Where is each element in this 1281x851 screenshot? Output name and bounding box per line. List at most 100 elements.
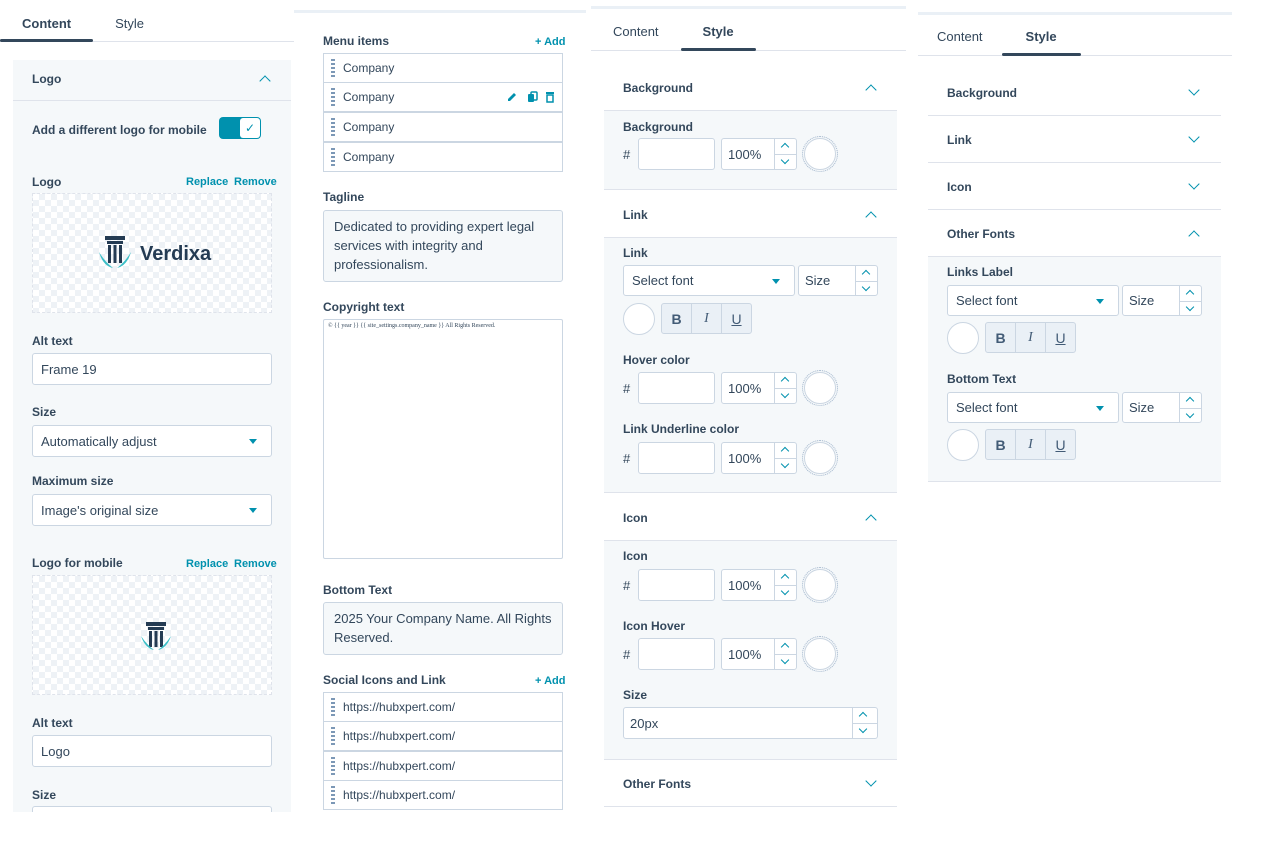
mobile-logo-preview[interactable]	[32, 575, 272, 695]
italic-button[interactable]: I	[1015, 429, 1046, 460]
hover-color-swatch[interactable]	[802, 370, 838, 406]
link-font-select[interactable]: Select font	[623, 265, 795, 296]
italic-button[interactable]: I	[1015, 322, 1046, 353]
list-item[interactable]: Company	[323, 53, 563, 83]
replace-mobile-logo-link[interactable]: Replace	[186, 558, 228, 570]
bottom-text-color-swatch[interactable]	[947, 429, 979, 461]
clone-icon[interactable]	[527, 91, 539, 103]
chevron-down-icon[interactable]	[1188, 178, 1200, 190]
drag-handle-icon[interactable]	[331, 786, 335, 804]
chevron-up-icon[interactable]	[1188, 230, 1200, 242]
icon-section-title[interactable]: Icon	[947, 180, 972, 194]
links-label-font-select[interactable]: Select font	[947, 285, 1119, 316]
tab-content[interactable]: Content	[591, 12, 681, 50]
icon-color-swatch[interactable]	[802, 567, 838, 603]
mobile-logo-toggle[interactable]: ✓	[219, 117, 261, 139]
link-section-title[interactable]: Link	[947, 133, 972, 147]
bold-button[interactable]: B	[661, 303, 692, 334]
underline-hex-input[interactable]	[638, 442, 715, 474]
opacity-value: 100%	[728, 450, 762, 466]
icon-hover-color-swatch[interactable]	[802, 636, 838, 672]
links-label-size-input[interactable]: Size	[1122, 285, 1202, 316]
hover-hex-input[interactable]	[638, 372, 715, 404]
add-social-link[interactable]: + Add	[535, 675, 565, 687]
tab-style[interactable]: Style	[93, 6, 166, 41]
list-item[interactable]: https://hubxpert.com/	[323, 692, 563, 722]
remove-mobile-logo-link[interactable]: Remove	[234, 558, 277, 570]
background-section-title[interactable]: Background	[623, 81, 693, 95]
chevron-down-icon[interactable]	[865, 775, 877, 787]
alt-text2-input[interactable]: Logo	[32, 735, 272, 767]
drag-handle-icon[interactable]	[331, 698, 335, 716]
other-fonts-section-title[interactable]: Other Fonts	[947, 227, 1015, 241]
size2-select[interactable]	[32, 806, 272, 812]
remove-logo-link[interactable]: Remove	[234, 176, 277, 188]
chevron-up-icon[interactable]	[865, 211, 877, 223]
add-menu-item-link[interactable]: + Add	[535, 36, 565, 48]
size-select[interactable]: Automatically adjust	[32, 425, 272, 457]
underline-button[interactable]: U	[721, 303, 752, 334]
list-item[interactable]: Company	[323, 82, 563, 112]
links-label-color-swatch[interactable]	[947, 322, 979, 354]
menu-item-label: Company	[343, 150, 395, 164]
bottom-text-textarea[interactable]: 2025 Your Company Name. All Rights Reser…	[323, 602, 563, 655]
list-item[interactable]: https://hubxpert.com/	[323, 751, 563, 781]
icon-hover-opacity-input[interactable]: 100%	[721, 638, 797, 670]
icon-opacity-input[interactable]: 100%	[721, 569, 797, 601]
logo-section-title[interactable]: Logo	[32, 72, 61, 86]
icon-size-input[interactable]: 20px	[623, 707, 878, 739]
drag-handle-icon[interactable]	[331, 88, 335, 106]
drag-handle-icon[interactable]	[331, 757, 335, 775]
icon-hex-input[interactable]	[638, 569, 715, 601]
copyright-editor[interactable]: © {{ year }} {{ site_settings.company_na…	[323, 319, 563, 559]
chevron-up-icon[interactable]	[865, 514, 877, 526]
logo-preview[interactable]: Verdixa	[32, 193, 272, 313]
drag-handle-icon[interactable]	[331, 148, 335, 166]
bottom-text-size-input[interactable]: Size	[1122, 392, 1202, 423]
drag-handle-icon[interactable]	[331, 118, 335, 136]
list-item[interactable]: Company	[323, 112, 563, 142]
list-item[interactable]: https://hubxpert.com/	[323, 780, 563, 810]
bold-button[interactable]: B	[985, 429, 1016, 460]
list-item[interactable]: Company	[323, 142, 563, 172]
underline-opacity-input[interactable]: 100%	[721, 442, 797, 474]
max-size-select[interactable]: Image's original size	[32, 494, 272, 526]
link-font-color-swatch[interactable]	[623, 303, 655, 335]
background-section-title[interactable]: Background	[947, 86, 1017, 100]
chevron-down-icon[interactable]	[1188, 84, 1200, 96]
drag-handle-icon[interactable]	[331, 59, 335, 77]
drag-handle-icon[interactable]	[331, 727, 335, 745]
background-color-label: Background	[623, 120, 694, 134]
icon-section-title[interactable]: Icon	[623, 511, 648, 525]
icon-hover-hex-input[interactable]	[638, 638, 715, 670]
social-link-url: https://hubxpert.com/	[343, 700, 456, 714]
link-section-title[interactable]: Link	[623, 208, 648, 222]
chevron-up-icon[interactable]	[865, 84, 877, 96]
bottom-text-font-select[interactable]: Select font	[947, 392, 1119, 423]
underline-color-swatch[interactable]	[802, 440, 838, 476]
background-opacity-input[interactable]: 100%	[721, 138, 797, 170]
underline-button[interactable]: U	[1045, 322, 1076, 353]
tab-style[interactable]: Style	[1001, 17, 1081, 56]
edit-icon[interactable]	[506, 91, 518, 103]
tab-content[interactable]: Content	[918, 17, 1002, 55]
background-hex-input[interactable]	[638, 138, 715, 170]
other-fonts-section-title[interactable]: Other Fonts	[623, 777, 691, 791]
alt-text-input[interactable]: Frame 19	[32, 353, 272, 385]
background-color-swatch[interactable]	[802, 136, 838, 172]
tab-style[interactable]: Style	[680, 12, 756, 51]
italic-button[interactable]: I	[691, 303, 722, 334]
opacity-value: 100%	[728, 646, 762, 662]
underline-button[interactable]: U	[1045, 429, 1076, 460]
tab-content[interactable]: Content	[0, 6, 94, 42]
list-item[interactable]: https://hubxpert.com/	[323, 721, 563, 751]
link-font-size-input[interactable]: Size	[798, 265, 878, 296]
bold-button[interactable]: B	[985, 322, 1016, 353]
delete-icon[interactable]	[544, 91, 556, 103]
hover-opacity-input[interactable]: 100%	[721, 372, 797, 404]
tagline-textarea[interactable]: Dedicated to providing expert legal serv…	[323, 210, 563, 282]
size-select-value: Automatically adjust	[41, 433, 157, 449]
chevron-down-icon[interactable]	[1188, 131, 1200, 143]
icon-size-value: 20px	[630, 715, 659, 731]
replace-logo-link[interactable]: Replace	[186, 176, 228, 188]
